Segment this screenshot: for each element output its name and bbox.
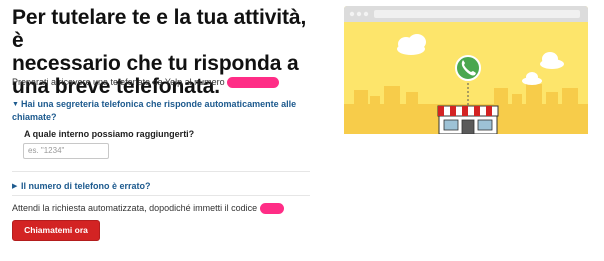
wrong-number-toggle-label: Il numero di telefono è errato? xyxy=(21,181,151,191)
divider xyxy=(12,171,310,172)
extension-input[interactable]: es. "1234" xyxy=(23,143,109,159)
instruction-text: Attendi la richiesta automatizzata, dopo… xyxy=(12,203,284,215)
redacted-phone-number xyxy=(227,77,280,89)
redacted-code xyxy=(259,203,284,215)
caret-right-icon: ▶ xyxy=(12,183,18,190)
phone-icon xyxy=(455,55,481,81)
extension-label: A quale interno possiamo raggiungerti? xyxy=(24,129,195,139)
wrong-number-toggle[interactable]: ▶ Il numero di telefono è errato? xyxy=(12,181,151,191)
divider xyxy=(12,195,310,196)
instruction-label: Attendi la richiesta automatizzata, dopo… xyxy=(12,203,258,213)
voicemail-toggle[interactable]: ▼ Hai una segreteria telefonica che rispo… xyxy=(12,98,302,123)
phone-call-illustration xyxy=(344,6,588,135)
caret-down-icon: ▼ xyxy=(12,101,19,108)
intro-label: Preparati a ricevere una telefonata da Y… xyxy=(12,77,225,87)
voicemail-toggle-label: Hai una segreteria telefonica che rispon… xyxy=(12,99,297,122)
intro-text: Preparati a ricevere una telefonata da Y… xyxy=(12,77,280,89)
call-me-button[interactable]: Chiamatemi ora xyxy=(12,220,100,241)
